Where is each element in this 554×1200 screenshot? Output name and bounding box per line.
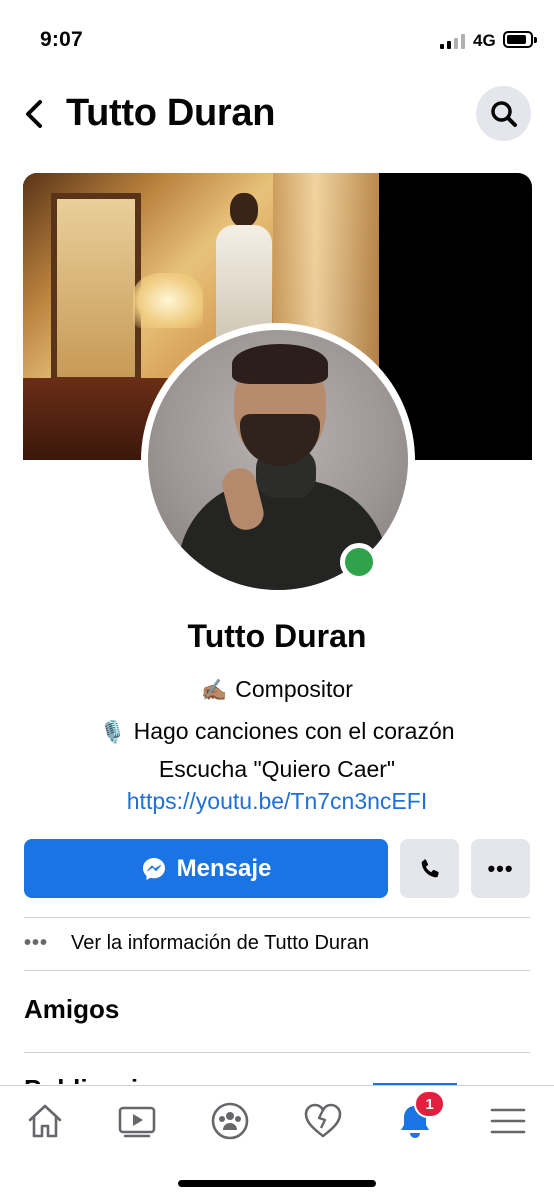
messenger-icon [142, 857, 165, 880]
groups-icon[interactable] [207, 1098, 253, 1144]
more-options-button[interactable]: ••• [471, 839, 530, 898]
home-indicator [178, 1180, 376, 1187]
battery-icon [503, 31, 537, 48]
watch-icon[interactable] [114, 1098, 160, 1144]
dating-icon[interactable] [300, 1098, 346, 1144]
divider [24, 1052, 530, 1053]
divider [24, 970, 530, 971]
phone-icon [421, 858, 439, 877]
chevron-left-icon[interactable] [18, 94, 52, 134]
message-button-label: Mensaje [176, 854, 272, 882]
microphone-icon: 🎙️ [99, 720, 126, 744]
signal-icon [440, 33, 466, 49]
writing-hand-icon: ✍🏽 [201, 678, 228, 702]
bio-line-3: Escucha "Quiero Caer" [158, 756, 396, 782]
page-header: Tutto Duran [0, 80, 554, 150]
bio-text-2: Hago canciones con el corazón [133, 718, 455, 744]
menu-icon[interactable] [485, 1098, 531, 1144]
page-title: Tutto Duran [66, 92, 276, 134]
network-label: 4G [473, 31, 496, 50]
see-info-label: Ver la información de Tutto Duran [71, 931, 369, 954]
status-time: 9:07 [40, 28, 83, 51]
search-icon [490, 100, 517, 127]
more-dots-icon: ••• [24, 931, 49, 954]
message-button[interactable]: Mensaje [24, 839, 388, 898]
divider [24, 917, 530, 918]
bio-text-1: Compositor [235, 676, 353, 702]
search-button[interactable] [476, 86, 531, 141]
friends-section-title[interactable]: Amigos [24, 994, 119, 1025]
see-info-row[interactable]: ••• Ver la información de Tutto Duran [24, 919, 530, 967]
home-icon[interactable] [22, 1098, 68, 1144]
online-status-dot [340, 543, 378, 581]
status-bar: 9:07 4G [0, 0, 554, 80]
bio-link[interactable]: https://youtu.be/Tn7cn3ncEFI [0, 788, 554, 815]
posts-section-title: Publicaciones [24, 1074, 199, 1084]
profile-name: Tutto Duran [187, 618, 367, 654]
notification-badge: 1 [414, 1090, 445, 1118]
bio-line-1: ✍🏽 Compositor [0, 676, 554, 703]
call-button[interactable] [400, 839, 459, 898]
bio-line-2: 🎙️ Hago canciones con el corazón [0, 718, 554, 745]
